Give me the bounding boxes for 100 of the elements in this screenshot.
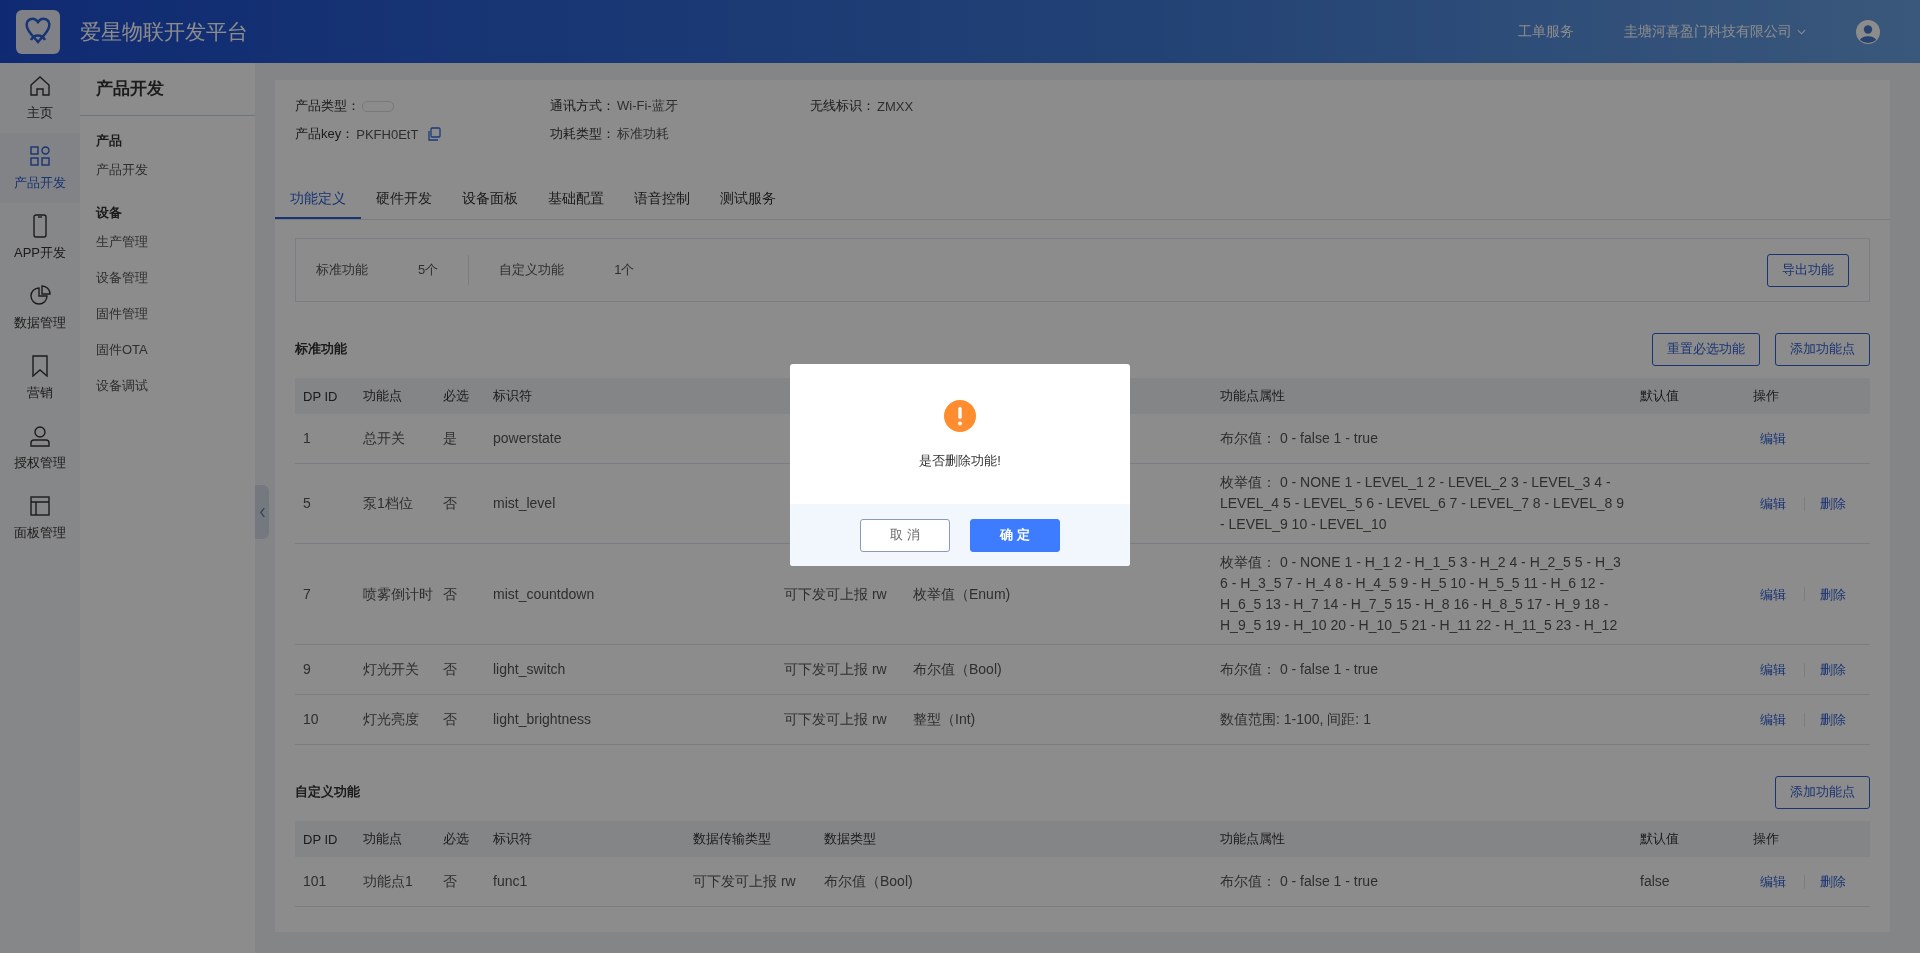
nav-item[interactable]: 授权管理 [0,413,80,483]
tab[interactable]: 语音控制 [619,179,705,219]
column-header: 功能点属性 [1220,830,1286,848]
table-cell-text: 枚举值（Enum) [913,584,1012,604]
tab[interactable]: 硬件开发 [361,179,447,219]
submenu-item[interactable]: 固件OTA [80,332,255,368]
field-label: 无线标识： [810,97,875,115]
collapse-handle[interactable] [255,485,269,539]
table-cell-text: 灯光开关 [363,660,420,679]
header-link[interactable]: 工单服务 [1518,22,1574,41]
nav-item[interactable]: 主页 [0,63,80,133]
column-header: 数据类型 [824,830,877,848]
table-cell-text: 总开关 [363,429,406,448]
table-cell-text: 数值范围: 1-100, 间距: 1 [1220,710,1372,729]
submenu-item[interactable]: 产品开发 [80,152,255,188]
submenu-item[interactable]: 固件管理 [80,296,255,332]
table-cell-text: 布尔值（Bool) [913,660,1003,679]
table-cell-text: 101 [303,872,328,891]
table-cell-text: 泵1档位 [363,494,414,513]
outline-button[interactable]: 添加功能点 [1775,332,1870,366]
nav-item[interactable]: 产品开发 [0,133,80,203]
action-link[interactable]: 编辑 [1760,709,1786,730]
field-value: PKFH0EtT [356,126,419,142]
column-header: 默认值 [1640,830,1680,848]
field-value: Wi-Fi-蓝牙 [617,97,678,115]
header-link[interactable]: 圭塘河喜盈门科技有限公司 [1624,22,1806,41]
submenu-title: 产品开发 [80,63,255,116]
tab[interactable]: 功能定义 [275,179,361,219]
action-link[interactable]: 编辑 [1760,871,1786,892]
table-cell-text: 否 [443,494,458,513]
cancel-button[interactable]: 取 消 [860,518,950,552]
table-cell-text: 5 [303,494,312,513]
copy-icon[interactable] [427,127,442,141]
nav-item[interactable]: 数据管理 [0,273,80,343]
submenu-item[interactable]: 设备管理 [80,260,255,296]
table-cell-text: 1 [303,429,312,448]
table-cell-text: light_brightness [493,710,593,729]
logo-icon [16,9,60,54]
table-cell-text: 枚举值： 0 - NONE 1 - LEVEL_1 2 - LEVEL_2 3 - LEVEL_3 4 - LEVEL_4 5 - LEVEL_5 6 - LEVEL_6 7 - LEVEL_7 8 - LEVEL_8 9 - LEVEL_9 10 - LEVEL_10 [1220,473,1625,534]
nav-item[interactable]: 面板管理 [0,483,80,553]
field-label: 通讯方式： [550,97,615,115]
column-header: 功能点 [363,387,403,405]
table-cell-text: mist_level [493,494,557,513]
action-link[interactable]: 删除 [1820,871,1846,892]
table-cell-text: 布尔值（Bool) [824,872,914,891]
table-cell-text: 布尔值： 0 - false 1 - true [1220,660,1379,679]
table-cell-text: func1 [493,872,529,891]
submenu-item[interactable]: 生产管理 [80,224,255,260]
outline-button[interactable]: 添加功能点 [1775,775,1870,809]
column-header: 标识符 [493,387,533,405]
menu-group-label: 设备 [95,204,123,222]
submenu-item[interactable]: 设备调试 [80,368,255,404]
dialog-message: 是否删除功能! [919,452,1001,470]
table-cell-text: powerstate [493,429,563,448]
grid-icon [28,144,52,168]
export-button[interactable]: 导出功能 [1767,253,1849,287]
tab[interactable]: 设备面板 [447,179,533,219]
tab[interactable]: 测试服务 [705,179,791,219]
table-cell-text: 10 [303,710,320,729]
column-header: 默认值 [1640,387,1680,405]
column-header: 功能点属性 [1220,387,1286,405]
table-cell-text: 可下发可上报 rw [784,584,888,604]
action-link[interactable]: 删除 [1820,583,1846,605]
stat-count: 1个 [614,261,635,279]
column-header: 操作 [1753,387,1780,405]
stat-label: 标准功能 [316,261,368,279]
action-link[interactable]: 删除 [1820,709,1846,730]
column-header: DP ID [303,388,339,404]
tab[interactable]: 基础配置 [533,179,619,219]
column-header: 操作 [1753,830,1780,848]
table-cell-text: 9 [303,660,312,679]
nav-item[interactable]: APP开发 [0,203,80,273]
table-cell-text: 否 [443,584,458,604]
action-link[interactable]: 删除 [1820,493,1846,514]
column-header: DP ID [303,831,339,847]
confirm-button[interactable]: 确 定 [970,518,1060,552]
stat-count: 5个 [418,261,439,279]
table-cell-text: 7 [303,584,312,604]
field-label: 产品key： [295,125,355,143]
action-link[interactable]: 编辑 [1760,659,1786,680]
table-cell-text: 可下发可上报 rw [693,872,797,891]
column-header: 必选 [443,387,470,405]
action-link[interactable]: 删除 [1820,659,1846,680]
action-link[interactable]: 编辑 [1760,428,1786,449]
table-cell-text: light_switch [493,660,567,679]
table-cell-text: 功能点1 [363,872,414,891]
menu-group-label: 产品 [95,132,123,150]
field-label: 功耗类型： [550,125,615,143]
action-link[interactable]: 编辑 [1760,493,1786,514]
column-header: 数据传输类型 [693,830,772,848]
field-value: 标准功耗 [617,125,669,143]
avatar-icon[interactable] [1856,19,1880,44]
nav-item[interactable]: 营销 [0,343,80,413]
outline-button[interactable]: 重置必选功能 [1652,332,1760,366]
action-link[interactable]: 编辑 [1760,583,1786,605]
table-cell-text: 是 [443,429,458,448]
section-title: 标准功能 [295,340,347,358]
user-icon [28,424,52,448]
column-header: 功能点 [363,830,403,848]
section-title: 自定义功能 [295,783,360,801]
